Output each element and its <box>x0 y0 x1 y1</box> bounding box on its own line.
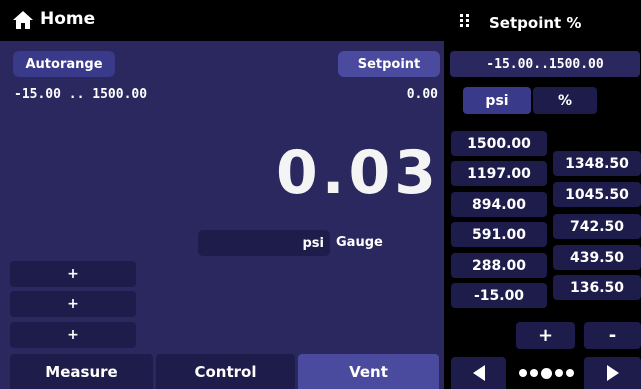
page-dot-active <box>540 367 552 379</box>
preset-button[interactable]: 1348.50 <box>553 151 641 176</box>
add-channel-button-1[interactable]: + <box>10 261 136 287</box>
preset-button[interactable]: 1500.00 <box>451 131 547 156</box>
arrow-right-icon <box>606 365 619 381</box>
add-channel-button-2[interactable]: + <box>10 291 136 317</box>
preset-button[interactable]: -15.00 <box>451 283 547 308</box>
unit-toggle-psi[interactable]: psi <box>463 87 531 114</box>
home-icon[interactable] <box>12 9 34 31</box>
pressure-reading: 0.03 <box>275 138 440 208</box>
preset-button[interactable]: 1197.00 <box>451 161 547 186</box>
preset-button[interactable]: 288.00 <box>451 253 547 278</box>
tab-control[interactable]: Control <box>156 354 295 389</box>
setpoint-panel-title: Setpoint % <box>489 14 582 32</box>
setpoint-value: 0.00 <box>406 87 438 102</box>
preset-button[interactable]: 1045.50 <box>553 182 641 207</box>
autorange-button[interactable]: Autorange <box>13 51 115 77</box>
setpoint-range: -15.00..1500.00 <box>450 51 640 77</box>
tab-vent[interactable]: Vent <box>298 354 439 389</box>
unit-selector[interactable]: psi <box>198 230 330 256</box>
mode-label: Gauge <box>336 235 383 250</box>
setpoint-button[interactable]: Setpoint <box>338 51 440 77</box>
range-readout: -15.00 .. 1500.00 <box>14 87 148 102</box>
tab-measure[interactable]: Measure <box>10 354 153 389</box>
page-dot <box>554 369 563 377</box>
next-page-button[interactable] <box>584 357 641 389</box>
grid-icon[interactable] <box>457 12 473 28</box>
unit-label: psi <box>302 235 325 251</box>
add-channel-button-3[interactable]: + <box>10 322 136 348</box>
page-dot <box>565 369 574 377</box>
page-dot <box>529 369 538 377</box>
preset-button[interactable]: 136.50 <box>553 275 641 300</box>
preset-button[interactable]: 894.00 <box>451 192 547 217</box>
preset-button[interactable]: 742.50 <box>553 214 641 239</box>
prev-page-button[interactable] <box>451 357 506 389</box>
page-title: Home <box>40 9 96 29</box>
preset-button[interactable]: 591.00 <box>451 222 547 247</box>
increment-button[interactable]: + <box>516 322 575 349</box>
arrow-left-icon <box>472 365 485 381</box>
page-indicator <box>516 367 576 379</box>
preset-button[interactable]: 439.50 <box>553 245 641 270</box>
page-dot <box>518 369 527 377</box>
unit-toggle-percent[interactable]: % <box>533 87 597 114</box>
decrement-button[interactable]: - <box>584 322 641 349</box>
